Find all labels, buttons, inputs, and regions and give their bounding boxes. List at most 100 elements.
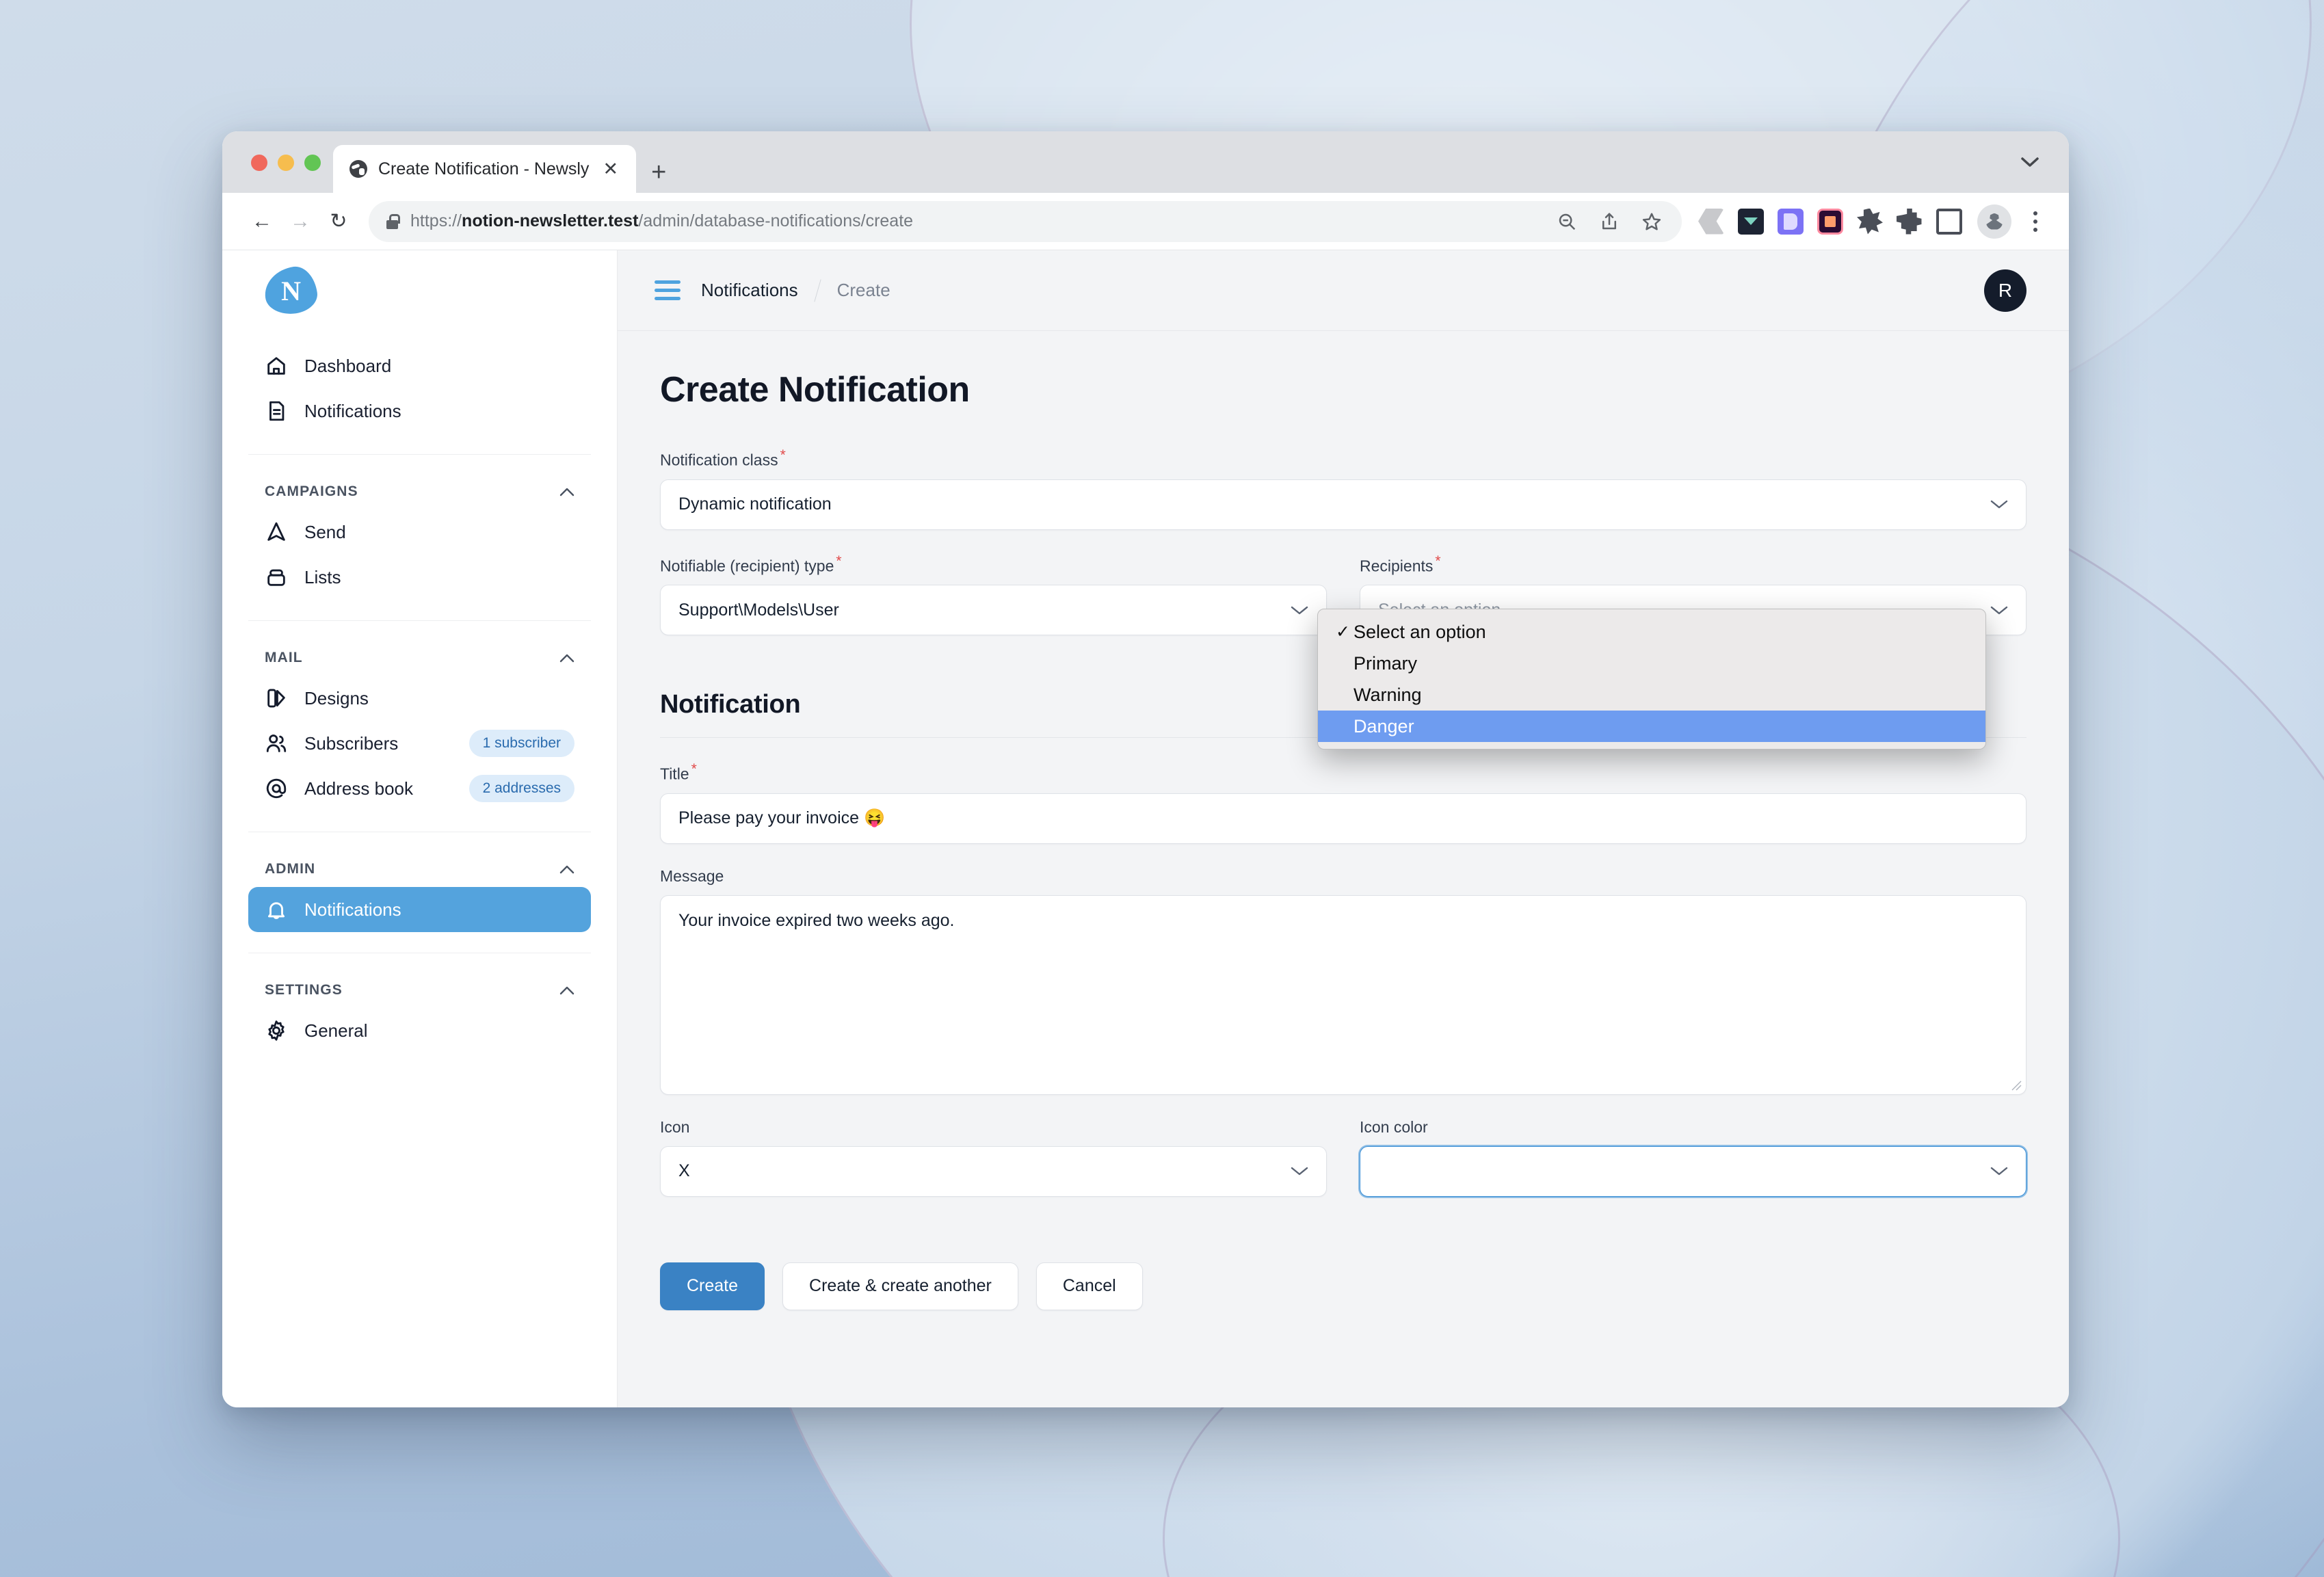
extension-crown-icon[interactable]	[1738, 208, 1764, 235]
dropdown-option-warning[interactable]: Warning	[1318, 679, 1985, 711]
sidebar-item-notifications-top[interactable]: Notifications	[248, 388, 591, 434]
field-label: Recipients *	[1360, 553, 1441, 575]
required-marker: *	[1435, 553, 1441, 569]
sidebar-item-label: Notifications	[304, 899, 401, 920]
chevron-up-icon	[559, 865, 575, 873]
sidebar: N Dashboard Notifications CAMPAIGNS Send…	[222, 250, 618, 1407]
browser-tab[interactable]: Create Notification - Newsly ✕	[333, 145, 637, 193]
back-button[interactable]: ←	[243, 202, 281, 241]
field-icon: Icon X	[660, 1118, 1327, 1197]
extension-d-icon[interactable]	[1778, 208, 1804, 235]
share-icon[interactable]	[1594, 207, 1624, 237]
field-label: Notification class *	[660, 447, 786, 469]
document-icon	[265, 399, 288, 423]
cancel-button[interactable]: Cancel	[1035, 1262, 1143, 1310]
icon-color-dropdown-menu[interactable]: ✓ Select an option Primary Warning Dange…	[1317, 609, 1986, 750]
selected-value: X	[678, 1161, 690, 1181]
notification-class-select[interactable]: Dynamic notification	[660, 479, 2026, 530]
required-marker: *	[691, 761, 697, 778]
sidebar-group-header-campaigns[interactable]: CAMPAIGNS	[248, 475, 591, 509]
icon-color-select[interactable]	[1360, 1145, 2026, 1197]
chrome-menu-icon[interactable]	[2025, 211, 2046, 232]
breadcrumb: Notifications Create	[701, 279, 1984, 302]
users-icon	[265, 732, 288, 755]
sidebar-group-header-settings[interactable]: SETTINGS	[248, 974, 591, 1008]
minimize-window-button[interactable]	[278, 155, 294, 171]
zoom-out-icon[interactable]	[1552, 207, 1582, 237]
input-value: Please pay your invoice 😝	[678, 808, 886, 828]
dropdown-option-select-an-option[interactable]: ✓ Select an option	[1318, 616, 1985, 648]
extension-analytics-icon[interactable]	[1817, 208, 1843, 235]
logo-letter: N	[280, 275, 301, 306]
sidebar-item-label: Address book	[304, 778, 413, 799]
sidebar-badge: 1 subscriber	[468, 730, 575, 757]
extension-dev-icon[interactable]	[1698, 208, 1724, 235]
icon-select[interactable]: X	[660, 1145, 1327, 1197]
sidebar-item-general[interactable]: General	[248, 1008, 591, 1053]
sidebar-group-header-admin[interactable]: ADMIN	[248, 853, 591, 887]
extension-puzzle-icon[interactable]	[1897, 208, 1922, 235]
chevron-up-icon	[559, 986, 575, 994]
sidebar-item-notifications-admin[interactable]: Notifications	[248, 887, 591, 932]
reload-button[interactable]: ↻	[319, 202, 358, 241]
new-tab-button[interactable]: +	[651, 160, 666, 185]
dropdown-option-label: Danger	[1354, 715, 1414, 737]
chevron-down-icon[interactable]	[2021, 157, 2039, 167]
globe-icon	[349, 160, 367, 178]
maximize-window-button[interactable]	[304, 155, 321, 171]
dropdown-option-label: Primary	[1354, 652, 1417, 674]
dropdown-option-danger[interactable]: Danger	[1318, 711, 1985, 742]
desktop-wallpaper: Create Notification - Newsly ✕ + ← → ↻ h…	[0, 0, 2324, 1577]
chevron-up-icon	[559, 488, 575, 496]
field-label: Title *	[660, 761, 697, 783]
breadcrumb-parent[interactable]: Notifications	[701, 280, 798, 301]
sidebar-item-address-book[interactable]: Address book 2 addresses	[248, 766, 591, 811]
sidebar-item-designs[interactable]: Designs	[248, 676, 591, 721]
title-input[interactable]: Please pay your invoice 😝	[660, 793, 2026, 844]
chevron-down-icon	[1990, 500, 2008, 509]
side-panel-icon[interactable]	[1936, 208, 1962, 235]
url-text: https://notion-newsletter.test/admin/dat…	[410, 211, 914, 230]
forward-button[interactable]: →	[281, 202, 319, 241]
notifiable-type-select[interactable]: Support\Models\User	[660, 585, 1327, 636]
sidebar-item-label: Subscribers	[304, 732, 399, 754]
extension-gear-icon[interactable]	[1857, 208, 1883, 235]
lock-icon	[386, 213, 400, 229]
field-row-2: Icon X Icon color	[660, 1118, 2026, 1220]
sidebar-item-label: Notifications	[304, 400, 401, 421]
sidebar-item-label: Send	[304, 521, 346, 542]
sidebar-toggle-icon[interactable]	[655, 280, 681, 300]
sidebar-item-send[interactable]: Send	[248, 509, 591, 555]
message-textarea[interactable]: Your invoice expired two weeks ago.	[660, 894, 2026, 1095]
sidebar-group-title: SETTINGS	[265, 982, 343, 998]
create-button[interactable]: Create	[660, 1262, 765, 1310]
app-root: N Dashboard Notifications CAMPAIGNS Send…	[222, 250, 2069, 1407]
design-icon	[265, 687, 288, 710]
sidebar-badge: 2 addresses	[468, 775, 575, 802]
close-window-button[interactable]	[251, 155, 267, 171]
required-marker: *	[780, 447, 786, 463]
sidebar-item-dashboard[interactable]: Dashboard	[248, 343, 591, 388]
required-marker: *	[836, 553, 842, 569]
dropdown-option-primary[interactable]: Primary	[1318, 648, 1985, 679]
avatar[interactable]: R	[1984, 269, 2026, 312]
bookmark-star-icon[interactable]	[1637, 207, 1667, 237]
check-icon: ✓	[1336, 622, 1350, 641]
chevron-down-icon	[1990, 606, 2008, 615]
sidebar-item-subscribers[interactable]: Subscribers 1 subscriber	[248, 721, 591, 766]
gear-icon	[265, 1019, 288, 1042]
sidebar-group-header-mail[interactable]: MAIL	[248, 641, 591, 676]
create-and-create-another-button[interactable]: Create & create another	[782, 1262, 1018, 1310]
resize-handle[interactable]	[2009, 1078, 2022, 1091]
chevron-down-icon	[1291, 606, 1308, 615]
close-icon[interactable]: ✕	[600, 159, 621, 178]
dropdown-option-label: Warning	[1354, 684, 1422, 705]
profile-avatar-icon[interactable]	[1977, 204, 2011, 239]
top-bar: Notifications Create R	[618, 250, 2069, 331]
url-bar[interactable]: https://notion-newsletter.test/admin/dat…	[369, 200, 1682, 242]
breadcrumb-current: Create	[836, 280, 890, 300]
field-label: Icon	[660, 1117, 690, 1136]
home-icon	[265, 354, 288, 377]
sidebar-item-lists[interactable]: Lists	[248, 555, 591, 600]
app-logo[interactable]: N	[222, 250, 617, 331]
